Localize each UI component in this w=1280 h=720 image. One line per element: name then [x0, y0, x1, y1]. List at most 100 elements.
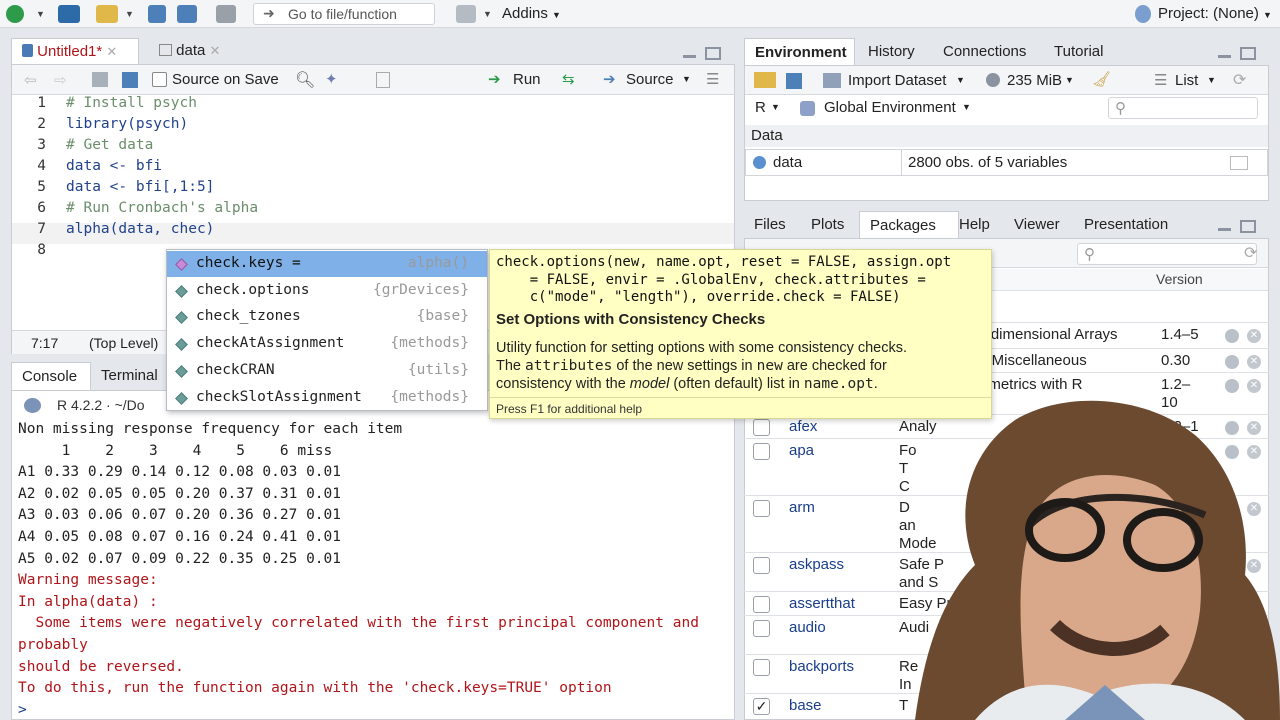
save-icon[interactable] — [786, 73, 802, 89]
maximize-icon[interactable] — [705, 47, 721, 60]
chevron-down-icon[interactable]: ▼ — [771, 102, 780, 112]
scope-select[interactable]: Global Environment — [824, 99, 956, 116]
packages-search-input[interactable]: ⚲ — [1077, 243, 1257, 265]
save-icon[interactable] — [148, 5, 166, 23]
show-in-window-icon[interactable] — [92, 72, 108, 87]
package-checkbox[interactable] — [753, 596, 770, 613]
chevron-down-icon[interactable]: ▼ — [483, 9, 492, 19]
import-dataset-button[interactable]: Import Dataset — [848, 72, 946, 89]
minimize-icon[interactable] — [1218, 228, 1231, 231]
minimize-icon[interactable] — [1218, 55, 1231, 58]
remove-package-icon[interactable]: ✕ — [1247, 379, 1261, 393]
tab-history[interactable]: History — [858, 38, 925, 64]
grid-layout-icon[interactable] — [456, 5, 476, 23]
environment-search-input[interactable]: ⚲ — [1108, 97, 1258, 119]
package-name-link[interactable]: apa — [789, 442, 814, 459]
tab-packages[interactable]: Packages — [859, 211, 959, 238]
scope-label[interactable]: (Top Level) — [89, 335, 158, 351]
package-name-link[interactable]: assertthat — [789, 595, 855, 612]
autocomplete-item[interactable]: checkSlotAssignment {methods} — [167, 385, 487, 411]
autocomplete-item[interactable]: check.options {grDevices} — [167, 278, 487, 304]
new-project-icon[interactable] — [58, 5, 80, 23]
save-all-icon[interactable] — [177, 5, 197, 23]
outline-icon[interactable]: ☰ — [706, 70, 719, 88]
code-line[interactable]: # Run Cronbach's alpha — [66, 200, 258, 216]
package-checkbox[interactable] — [753, 443, 770, 460]
save-icon[interactable] — [122, 72, 138, 88]
chevron-down-icon[interactable]: ▼ — [962, 102, 971, 112]
package-checkbox[interactable] — [753, 659, 770, 676]
back-arrow-icon[interactable]: ⇦ — [24, 71, 37, 89]
source-on-save-checkbox[interactable] — [152, 72, 167, 87]
environment-row[interactable]: data 2800 obs. of 5 variables — [745, 149, 1268, 176]
globe-icon[interactable] — [1225, 379, 1239, 393]
tab-files[interactable]: Files — [744, 211, 796, 237]
new-file-icon[interactable] — [6, 5, 24, 23]
package-checkbox[interactable] — [753, 419, 770, 436]
chevron-down-icon[interactable]: ▼ — [1207, 75, 1216, 85]
search-icon[interactable]: 🔍︎ — [295, 70, 315, 90]
autocomplete-item[interactable]: check_tzones {base} — [167, 304, 487, 330]
code-line[interactable]: data <- bfi — [66, 158, 162, 174]
package-name-link[interactable]: base — [789, 697, 822, 714]
language-select[interactable]: R — [755, 99, 766, 116]
package-checkbox[interactable] — [753, 557, 770, 574]
package-name-link[interactable]: arm — [789, 499, 815, 516]
tab-environment[interactable]: Environment — [744, 38, 855, 65]
globe-icon[interactable] — [1225, 329, 1239, 343]
chevron-down-icon[interactable]: ▼ — [956, 75, 965, 85]
version-column-header[interactable]: Version — [1156, 271, 1203, 287]
refresh-icon[interactable]: ⟳ — [1233, 70, 1246, 90]
minimize-icon[interactable] — [683, 55, 696, 58]
tab-connections[interactable]: Connections — [933, 38, 1036, 64]
close-icon[interactable]: ✕ — [210, 43, 221, 58]
tab-console[interactable]: Console — [11, 362, 91, 390]
run-button[interactable]: Run — [513, 71, 541, 88]
maximize-icon[interactable] — [1240, 47, 1256, 60]
rerun-icon[interactable]: ⇆ — [562, 70, 575, 88]
view-table-icon[interactable] — [1230, 156, 1248, 170]
package-name-link[interactable]: backports — [789, 658, 854, 675]
remove-package-icon[interactable]: ✕ — [1247, 329, 1261, 343]
autocomplete-item[interactable]: checkAtAssignment {methods} — [167, 331, 487, 357]
code-line[interactable]: data <- bfi[,1:5] — [66, 179, 214, 195]
tab-tutorial[interactable]: Tutorial — [1044, 38, 1113, 64]
view-mode-select[interactable]: List — [1175, 72, 1198, 89]
chevron-down-icon[interactable]: ▼ — [125, 9, 134, 19]
maximize-icon[interactable] — [1240, 220, 1256, 233]
chevron-down-icon[interactable]: ▼ — [682, 74, 691, 84]
working-directory[interactable]: R 4.2.2 · ~/Do — [57, 397, 145, 413]
compile-report-icon[interactable] — [376, 72, 390, 88]
tab-viewer[interactable]: Viewer — [1004, 211, 1070, 237]
code-line[interactable]: # Install psych — [66, 95, 197, 111]
goto-file-input[interactable]: ➜ Go to file/function — [253, 3, 435, 25]
source-button[interactable]: Source — [626, 71, 674, 88]
package-name-link[interactable]: afex — [789, 418, 817, 435]
package-checkbox[interactable] — [753, 620, 770, 637]
code-line[interactable]: # Get data — [66, 137, 153, 153]
autocomplete-item[interactable]: check.keys = alpha() — [167, 251, 487, 277]
code-line[interactable]: alpha(data, chec) — [66, 221, 214, 237]
remove-package-icon[interactable]: ✕ — [1247, 355, 1261, 369]
console-prompt[interactable]: > — [18, 702, 27, 718]
broom-icon[interactable]: 🧹︎ — [1092, 70, 1111, 88]
package-name-link[interactable]: askpass — [789, 556, 844, 573]
chevron-down-icon[interactable]: ▼ — [1065, 75, 1074, 85]
package-name-link[interactable]: audio — [789, 619, 826, 636]
tab-data[interactable]: data ✕ — [149, 38, 241, 64]
tab-help[interactable]: Help — [949, 211, 1000, 237]
close-icon[interactable]: ✕ — [106, 44, 117, 59]
load-workspace-icon[interactable] — [754, 72, 776, 88]
code-line[interactable]: library(psych) — [66, 116, 188, 132]
magic-wand-icon[interactable]: ✦ — [325, 70, 338, 88]
memory-usage[interactable]: 235 MiB — [1007, 72, 1062, 89]
expand-icon[interactable] — [753, 156, 766, 169]
package-checkbox[interactable] — [753, 500, 770, 517]
print-icon[interactable] — [216, 5, 236, 23]
tab-untitled1[interactable]: Untitled1* ✕ — [11, 38, 139, 64]
autocomplete-item[interactable]: checkCRAN {utils} — [167, 358, 487, 384]
tab-plots[interactable]: Plots — [801, 211, 854, 237]
package-checkbox[interactable]: ✓ — [753, 698, 770, 715]
addins-menu[interactable]: Addins ▼ — [502, 5, 561, 22]
project-menu[interactable]: Project: (None) ▼ — [1158, 5, 1272, 22]
